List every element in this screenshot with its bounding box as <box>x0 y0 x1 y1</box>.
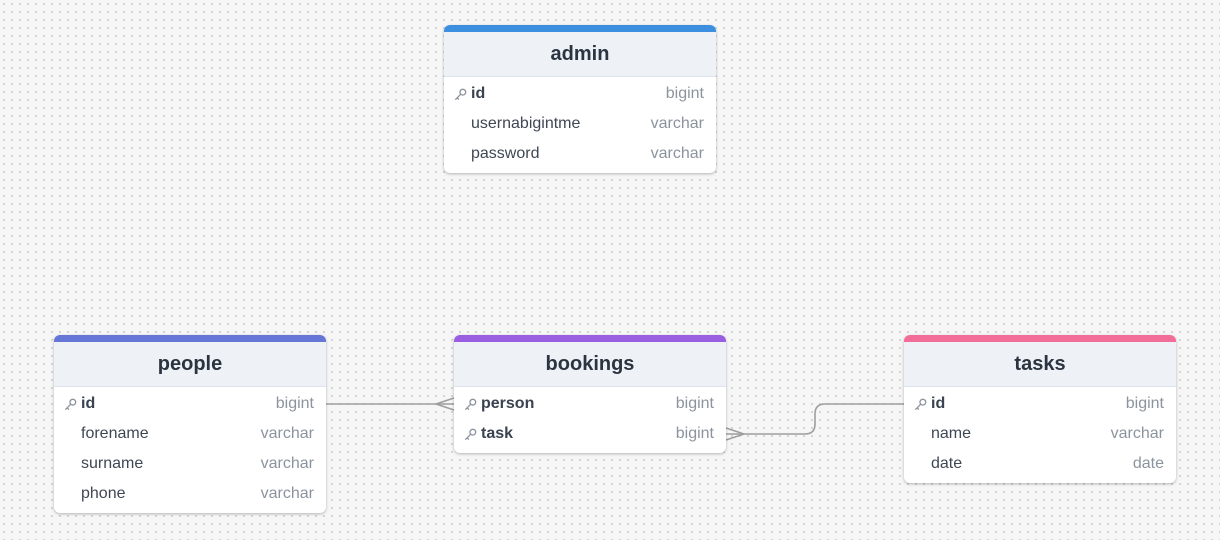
table-header[interactable]: tasks <box>904 335 1176 387</box>
column-name: forename <box>81 425 149 442</box>
table-title: tasks <box>1014 352 1066 375</box>
table-tasks[interactable]: tasks id bigint name varchar date date <box>904 335 1176 483</box>
column-name: phone <box>81 485 126 502</box>
table-admin[interactable]: admin id bigint usernabigintme varchar passwo… <box>444 25 716 173</box>
column-type: varchar <box>260 455 314 472</box>
column-row[interactable]: task bigint <box>454 419 726 449</box>
table-header[interactable]: people <box>54 335 326 387</box>
column-list: id bigint usernabigintme varchar password var… <box>444 77 716 173</box>
column-list: person bigint task bigint <box>454 387 726 453</box>
table-header[interactable]: bookings <box>454 335 726 387</box>
column-type: bigint <box>275 395 314 412</box>
key-icon <box>64 398 81 411</box>
column-type: varchar <box>1110 425 1164 442</box>
diagram-canvas[interactable]: admin id bigint usernabigintme varchar passwo… <box>0 0 1220 540</box>
column-row[interactable]: phone varchar <box>54 479 326 509</box>
table-title: people <box>157 352 223 375</box>
table-people[interactable]: people id bigint forename varchar surname varc… <box>54 335 326 513</box>
column-row[interactable]: date date <box>904 449 1176 479</box>
crows-foot-marker <box>725 427 745 441</box>
column-type: varchar <box>260 425 314 442</box>
column-row[interactable]: password varchar <box>444 139 716 169</box>
key-icon <box>454 88 471 101</box>
relationship-line <box>726 403 904 435</box>
key-icon <box>914 398 931 411</box>
column-row[interactable]: name varchar <box>904 419 1176 449</box>
column-name: password <box>471 145 540 162</box>
table-bookings[interactable]: bookings person bigint task bigint <box>454 335 726 453</box>
column-type: bigint <box>665 85 704 102</box>
column-type: bigint <box>1125 395 1164 412</box>
table-title: bookings <box>545 352 635 375</box>
column-name: usernabigintme <box>471 115 581 132</box>
crows-foot-marker <box>435 397 455 411</box>
column-type: bigint <box>675 425 714 442</box>
column-row[interactable]: id bigint <box>54 389 326 419</box>
column-name: person <box>481 395 535 412</box>
column-type: varchar <box>260 485 314 502</box>
table-header[interactable]: admin <box>444 25 716 77</box>
column-name: surname <box>81 455 144 472</box>
column-name: name <box>931 425 972 442</box>
column-row[interactable]: forename varchar <box>54 419 326 449</box>
column-name: id <box>81 395 96 412</box>
column-name: id <box>471 85 486 102</box>
column-row[interactable]: id bigint <box>444 79 716 109</box>
column-row[interactable]: surname varchar <box>54 449 326 479</box>
column-type: date <box>1132 455 1164 472</box>
key-icon <box>464 428 481 441</box>
column-row[interactable]: person bigint <box>454 389 726 419</box>
column-list: id bigint forename varchar surname varchar pho… <box>54 387 326 513</box>
column-name: task <box>481 425 514 442</box>
key-icon <box>464 398 481 411</box>
column-row[interactable]: id bigint <box>904 389 1176 419</box>
table-title: admin <box>550 42 610 65</box>
column-row[interactable]: usernabigintme varchar <box>444 109 716 139</box>
column-type: varchar <box>650 115 704 132</box>
column-list: id bigint name varchar date date <box>904 387 1176 483</box>
column-name: date <box>931 455 963 472</box>
column-type: varchar <box>650 145 704 162</box>
column-type: bigint <box>675 395 714 412</box>
column-name: id <box>931 395 946 412</box>
